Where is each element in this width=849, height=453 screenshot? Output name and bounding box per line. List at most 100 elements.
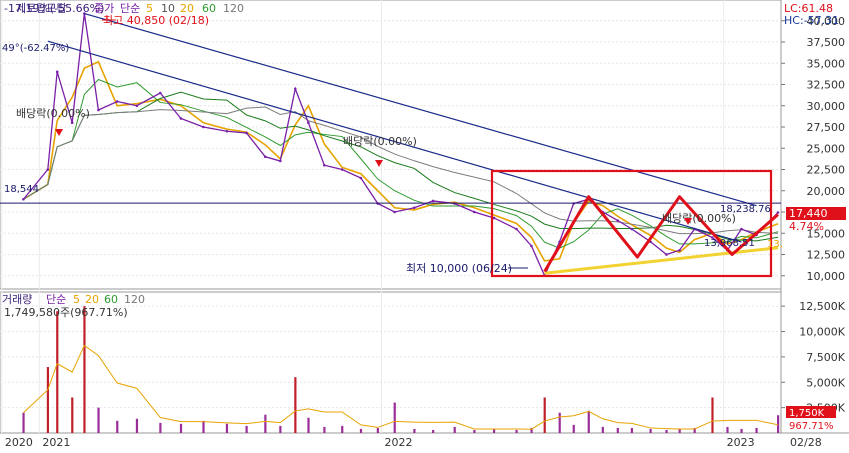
volume-bar	[432, 429, 435, 433]
volume-bar	[179, 423, 183, 433]
year-label: 2020	[5, 436, 33, 449]
cross-value-label: 13,968.51	[704, 238, 755, 249]
hc-badge: HC:-57.31	[784, 14, 839, 27]
ref-label: 18,544	[4, 184, 39, 195]
vol-legend-ma20: 20	[85, 293, 99, 306]
price-point	[263, 155, 267, 159]
price-point	[293, 87, 297, 91]
volume-bar	[453, 426, 456, 433]
volume-tick-label: 10,000K	[799, 326, 845, 339]
volume-tick-label: 12,500K	[799, 300, 845, 313]
volume-bar	[587, 410, 590, 433]
vol-legend-ma120: 120	[124, 293, 145, 306]
price-point	[202, 125, 205, 129]
vol-legend-value: 1,749,580주(967.71%)	[4, 306, 128, 319]
volume-bar	[543, 397, 546, 433]
volume-bar	[492, 428, 496, 433]
legend-ma120: 120	[223, 2, 244, 15]
price-tick-label: 35,000	[807, 57, 846, 70]
volume-bar	[279, 425, 282, 433]
volume-bar	[726, 426, 729, 433]
price-point	[515, 227, 518, 231]
price-point	[245, 131, 248, 135]
volume-bar	[159, 422, 162, 433]
price-point	[530, 244, 533, 248]
price-point	[665, 253, 668, 256]
volume-bar	[616, 427, 619, 433]
price-axis: 40,00037,50035,00032,50030,00027,50025,0…	[781, 15, 845, 283]
price-tick-label: 20,000	[807, 185, 846, 198]
dividend-label-1: 배당락(0.00%)	[16, 107, 90, 120]
price-tick-label: 12,500	[807, 249, 846, 262]
last-volume: 1,750K	[789, 408, 825, 419]
volume-bar	[307, 417, 310, 433]
price-point	[340, 168, 344, 171]
volume-bar	[83, 306, 86, 433]
volume-bar	[740, 428, 743, 433]
price-point	[97, 108, 100, 112]
price-point	[115, 100, 119, 103]
volume-bar	[359, 428, 363, 433]
year-label: 2022	[385, 436, 413, 449]
volume-bar	[202, 420, 205, 433]
volume-bar	[225, 423, 229, 433]
price-point	[307, 121, 310, 125]
volume-bar	[678, 428, 681, 433]
vol-legend-ma60: 60	[104, 293, 118, 306]
price-point	[740, 227, 743, 231]
support-end-label: 13,	[767, 239, 783, 250]
price-point	[70, 121, 74, 125]
price-point	[278, 159, 282, 163]
volume-tick-label: 7,500K	[806, 351, 845, 364]
volume-axis: 12,500K10,000K7,500K5,000K2,500K	[781, 300, 846, 415]
legend-angle: 49°(-62.47%)	[2, 43, 69, 54]
time-axis: 2020 2021 2022 2023 02/28	[5, 436, 822, 449]
price-point	[472, 210, 476, 214]
price-tick-label: 10,000	[807, 270, 846, 283]
last-change: 4.74%	[789, 220, 824, 233]
price-point	[135, 104, 139, 108]
price-point	[225, 129, 229, 133]
volume-bar	[473, 429, 476, 433]
volume-bar	[630, 427, 633, 433]
volume-bar	[558, 412, 561, 433]
last-volume-pct: 967.71%	[789, 421, 834, 432]
volume-bar	[294, 377, 297, 433]
volume-bar	[323, 426, 326, 433]
high-label: 최고 40,850 (02/18)	[103, 14, 209, 27]
volume-tick-label: 5,000K	[806, 376, 845, 389]
dividend-label-2: 배당락(0.00%)	[343, 135, 417, 148]
price-point	[55, 70, 59, 74]
volume-bar	[665, 429, 668, 433]
volume-bar	[341, 425, 344, 433]
trend-end-label: 18,238.76	[720, 204, 771, 215]
year-label: 2021	[42, 436, 70, 449]
price-point	[431, 199, 435, 203]
end-date-label: 02/28	[790, 436, 822, 449]
volume-bar	[46, 367, 50, 433]
volume-bar	[264, 414, 267, 433]
price-point	[22, 197, 25, 201]
volume-bar	[97, 407, 100, 433]
volume-bar	[376, 427, 379, 433]
price-tick-label: 25,000	[807, 142, 846, 155]
price-point	[179, 117, 183, 120]
price-point	[158, 91, 162, 95]
volume-bar	[413, 428, 416, 433]
low-label: 최저 10,000 (06/24)	[406, 262, 512, 275]
price-tick-label: 27,500	[807, 121, 846, 134]
last-price: 17,440	[789, 207, 828, 220]
volume-bar	[56, 311, 59, 433]
vol-legend-title: 거래량	[2, 293, 32, 306]
volume-bar	[572, 424, 575, 433]
price-point	[393, 210, 396, 214]
volume-bar	[711, 397, 714, 433]
price-point	[776, 211, 780, 214]
price-tick-label: 22,500	[807, 164, 846, 177]
volume-bar	[649, 428, 652, 433]
price-point	[359, 176, 363, 180]
price-point	[678, 248, 681, 252]
year-label: 2023	[727, 436, 755, 449]
volume-bar	[71, 397, 74, 433]
volume-bar	[515, 429, 518, 433]
